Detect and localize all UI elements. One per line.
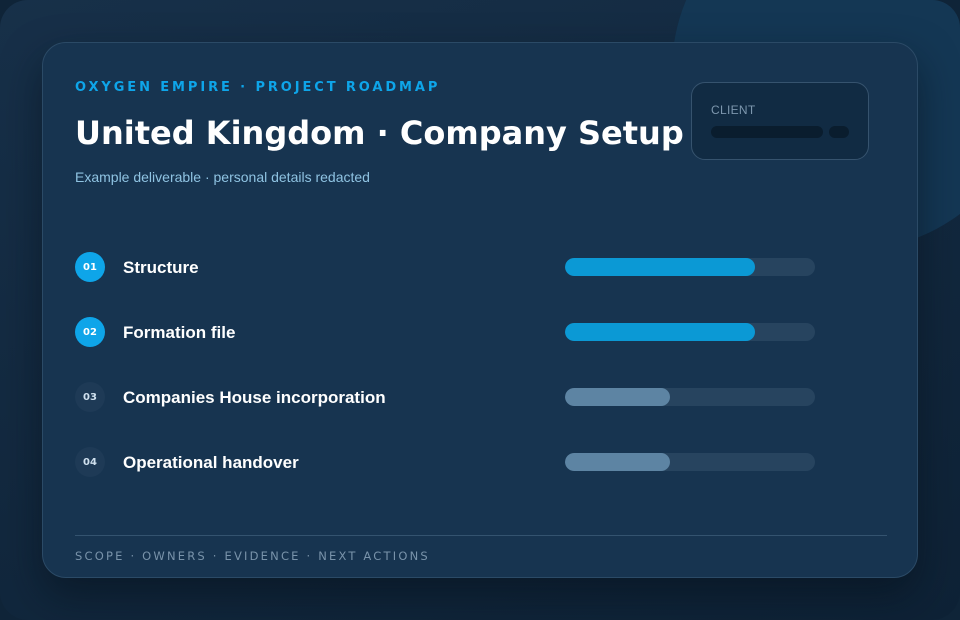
step-progress-fill [565,453,670,471]
step-number-badge: 02 [75,317,105,347]
redacted-client-detail [829,126,849,138]
eyebrow-label: OXYGEN EMPIRE · PROJECT ROADMAP [75,80,441,95]
step-progress-fill [565,258,755,276]
step-progress-fill [565,388,670,406]
roadmap-step-formation-file: 02 Formation file [75,316,815,348]
footer-divider [75,535,887,536]
step-progress-track [565,323,815,341]
client-panel: CLIENT [691,82,869,160]
app-frame: OXYGEN EMPIRE · PROJECT ROADMAP United K… [0,0,960,620]
client-label: CLIENT [711,103,756,117]
roadmap-step-incorporation: 03 Companies House incorporation [75,381,815,413]
page-title: United Kingdom · Company Setup [75,114,684,152]
step-label: Operational handover [123,453,299,472]
roadmap-card: OXYGEN EMPIRE · PROJECT ROADMAP United K… [42,42,918,578]
footer-tagline: SCOPE · OWNERS · EVIDENCE · NEXT ACTIONS [75,549,430,563]
step-label: Formation file [123,323,236,342]
redacted-client-name [711,126,823,138]
step-progress-track [565,258,815,276]
page-subtitle: Example deliverable · personal details r… [75,169,370,185]
step-number-badge: 01 [75,252,105,282]
roadmap-step-handover: 04 Operational handover [75,446,815,478]
step-progress-fill [565,323,755,341]
step-number-badge: 03 [75,382,105,412]
step-label: Structure [123,258,199,277]
step-progress-track [565,453,815,471]
roadmap-step-structure: 01 Structure [75,251,815,283]
step-progress-track [565,388,815,406]
step-number-badge: 04 [75,447,105,477]
step-label: Companies House incorporation [123,388,386,407]
